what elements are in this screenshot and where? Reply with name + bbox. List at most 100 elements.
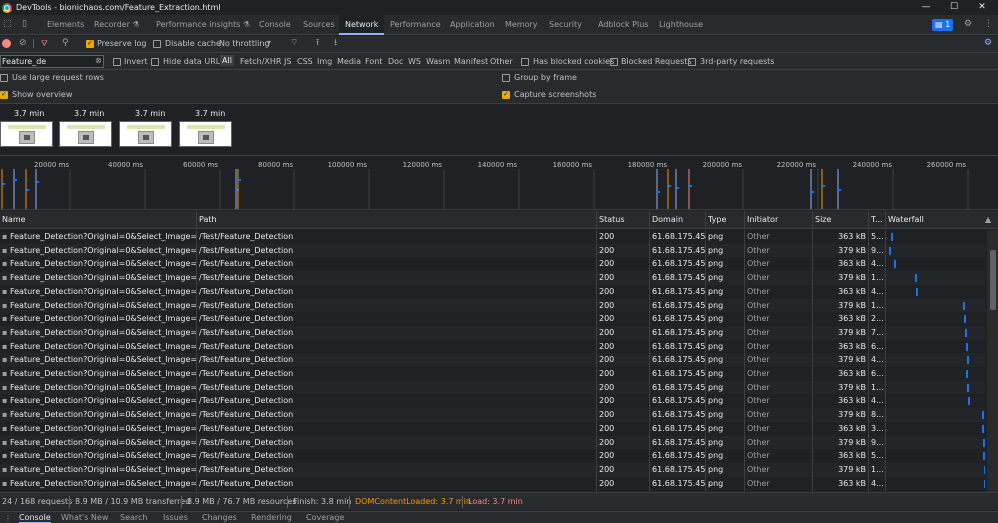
table-row[interactable]: ▪ Feature_Detection?Original=0&Select_Im… bbox=[0, 421, 985, 436]
large-rows-checkbox[interactable] bbox=[0, 74, 8, 82]
tab-performance-insights[interactable]: Performance insights ⚗ bbox=[156, 15, 250, 35]
drawer-tab-console[interactable]: Console bbox=[19, 513, 51, 523]
filter-icon[interactable]: ⛛ bbox=[33, 39, 48, 48]
settings-gear-icon[interactable]: ⚙ bbox=[964, 20, 972, 29]
column-time-header[interactable]: T... bbox=[869, 211, 886, 229]
tab-security[interactable]: Security bbox=[549, 15, 582, 35]
type-filter-doc[interactable]: Doc bbox=[388, 57, 403, 66]
table-row[interactable]: ▪ Feature_Detection?Original=0&Select_Im… bbox=[0, 271, 985, 286]
column-name-header[interactable]: Name bbox=[0, 211, 197, 229]
type-filter-ws[interactable]: WS bbox=[408, 57, 421, 66]
scrollbar-thumb[interactable] bbox=[990, 250, 996, 310]
column-waterfall-header[interactable]: Waterfall bbox=[886, 211, 985, 229]
network-settings-gear-icon[interactable]: ⚙ bbox=[984, 39, 992, 48]
drawer-tab-changes[interactable]: Changes bbox=[202, 513, 237, 522]
drawer-tab-rendering[interactable]: Rendering bbox=[251, 513, 292, 522]
table-row[interactable]: ▪ Feature_Detection?Original=0&Select_Im… bbox=[0, 476, 985, 491]
table-row[interactable]: ▪ Feature_Detection?Original=0&Select_Im… bbox=[0, 449, 985, 464]
request-path-cell: /Test/Feature_Detection bbox=[197, 435, 597, 450]
hide-data-urls-checkbox[interactable] bbox=[151, 58, 159, 66]
drawer-menu-icon[interactable]: ⋮ bbox=[4, 514, 12, 523]
drawer-tab-search[interactable]: Search bbox=[120, 513, 147, 522]
issues-badge[interactable]: ▤ 1 bbox=[932, 19, 954, 31]
maximize-button[interactable]: ☐ bbox=[940, 0, 968, 15]
close-button[interactable]: ✕ bbox=[968, 0, 996, 15]
search-icon[interactable]: ⚲ bbox=[62, 39, 69, 48]
show-overview-checkbox[interactable] bbox=[0, 90, 8, 99]
group-by-frame-checkbox[interactable] bbox=[502, 74, 510, 82]
column-status-header[interactable]: Status bbox=[597, 211, 650, 229]
screenshot-frame[interactable] bbox=[0, 121, 53, 147]
table-row[interactable]: ▪ Feature_Detection?Original=0&Select_Im… bbox=[0, 298, 985, 313]
table-row[interactable]: ▪ Feature_Detection?Original=0&Select_Im… bbox=[0, 257, 985, 272]
tab-network[interactable]: Network bbox=[339, 15, 385, 35]
chevron-down-icon[interactable]: ▾ bbox=[267, 38, 271, 47]
column-domain-header[interactable]: Domain bbox=[650, 211, 706, 229]
table-row[interactable]: ▪ Feature_Detection?Original=0&Select_Im… bbox=[0, 408, 985, 423]
type-filter-js[interactable]: JS bbox=[284, 57, 291, 66]
tab-application[interactable]: Application bbox=[450, 15, 495, 35]
type-filter-fetch-xhr[interactable]: Fetch/XHR bbox=[240, 57, 281, 66]
preserve-log-checkbox[interactable] bbox=[86, 39, 94, 48]
minimize-button[interactable]: — bbox=[912, 0, 940, 15]
filter-input[interactable]: Feature_de ⊗ bbox=[0, 55, 104, 68]
inspect-element-icon[interactable]: ⬚ bbox=[3, 20, 12, 29]
screenshot-frame[interactable] bbox=[59, 121, 112, 147]
table-row[interactable]: ▪ Feature_Detection?Original=0&Select_Im… bbox=[0, 367, 985, 381]
clear-filter-icon[interactable]: ⊗ bbox=[95, 56, 102, 65]
tab-memory[interactable]: Memory bbox=[505, 15, 538, 35]
column-type-header[interactable]: Type bbox=[706, 211, 745, 229]
table-row[interactable]: ▪ Feature_Detection?Original=0&Select_Im… bbox=[0, 353, 985, 368]
type-filter-other[interactable]: Other bbox=[490, 57, 513, 66]
drawer-tab-whats-new[interactable]: What's New bbox=[61, 513, 108, 522]
tab-sources[interactable]: Sources bbox=[303, 15, 335, 35]
table-scrollbar[interactable] bbox=[987, 230, 998, 492]
request-path-cell: /Test/Feature_Detection bbox=[197, 243, 597, 258]
table-row[interactable]: ▪ Feature_Detection?Original=0&Select_Im… bbox=[0, 380, 985, 395]
column-initiator-header[interactable]: Initiator bbox=[745, 211, 813, 229]
table-row[interactable]: ▪ Feature_Detection?Original=0&Select_Im… bbox=[0, 325, 985, 340]
throttling-select[interactable]: No throttling bbox=[219, 39, 270, 48]
table-row[interactable]: ▪ Feature_Detection?Original=0&Select_Im… bbox=[0, 230, 985, 244]
type-filter-all[interactable]: All bbox=[220, 55, 234, 66]
type-filter-css[interactable]: CSS bbox=[297, 57, 313, 66]
invert-checkbox[interactable] bbox=[113, 58, 121, 66]
device-toolbar-icon[interactable]: ▯ bbox=[22, 20, 27, 29]
drawer-tab-issues[interactable]: Issues bbox=[163, 513, 188, 522]
type-filter-manifest[interactable]: Manifest bbox=[454, 57, 488, 66]
clear-icon[interactable]: ⊘ bbox=[19, 39, 27, 48]
tab-lighthouse[interactable]: Lighthouse bbox=[659, 15, 703, 35]
screenshot-frame[interactable] bbox=[119, 121, 172, 147]
type-filter-wasm[interactable]: Wasm bbox=[426, 57, 450, 66]
table-row[interactable]: ▪ Feature_Detection?Original=0&Select_Im… bbox=[0, 394, 985, 409]
table-row[interactable]: ▪ Feature_Detection?Original=0&Select_Im… bbox=[0, 284, 985, 299]
drawer-tab-coverage[interactable]: Coverage bbox=[306, 513, 344, 522]
blocked-requests-checkbox[interactable] bbox=[610, 58, 618, 66]
export-har-icon[interactable]: ⭳ bbox=[334, 39, 337, 48]
type-filter-img[interactable]: Img bbox=[317, 57, 332, 66]
network-conditions-icon[interactable]: ⌔ bbox=[290, 39, 298, 48]
table-row[interactable]: ▪ Feature_Detection?Original=0&Select_Im… bbox=[0, 462, 985, 477]
screenshot-frame[interactable] bbox=[179, 121, 232, 147]
table-row[interactable]: ▪ Feature_Detection?Original=0&Select_Im… bbox=[0, 435, 985, 450]
table-row[interactable]: ▪ Feature_Detection?Original=0&Select_Im… bbox=[0, 312, 985, 327]
type-filter-media[interactable]: Media bbox=[337, 57, 361, 66]
blocked-cookies-checkbox[interactable] bbox=[521, 58, 529, 66]
column-size-header[interactable]: Size bbox=[813, 211, 869, 229]
table-row[interactable]: ▪ Feature_Detection?Original=0&Select_Im… bbox=[0, 243, 985, 258]
tab-adblock-plus[interactable]: Adblock Plus bbox=[598, 15, 648, 35]
type-filter-font[interactable]: Font bbox=[365, 57, 382, 66]
tab-recorder[interactable]: Recorder ⚗ bbox=[94, 15, 140, 35]
network-overview-timeline[interactable]: 20000 ms 40000 ms 60000 ms 80000 ms 1000… bbox=[0, 157, 998, 210]
capture-screenshots-checkbox[interactable] bbox=[502, 90, 510, 99]
record-icon[interactable] bbox=[2, 39, 11, 48]
tab-console[interactable]: Console bbox=[259, 15, 291, 35]
more-options-icon[interactable]: ⋮ bbox=[984, 20, 993, 29]
tab-performance[interactable]: Performance bbox=[390, 15, 441, 35]
disable-cache-checkbox[interactable] bbox=[153, 40, 161, 48]
tab-elements[interactable]: Elements bbox=[47, 15, 84, 35]
third-party-checkbox[interactable] bbox=[688, 58, 696, 66]
column-path-header[interactable]: Path bbox=[197, 211, 597, 229]
table-row[interactable]: ▪ Feature_Detection?Original=0&Select_Im… bbox=[0, 339, 985, 354]
import-har-icon[interactable]: ⭱ bbox=[316, 39, 319, 48]
